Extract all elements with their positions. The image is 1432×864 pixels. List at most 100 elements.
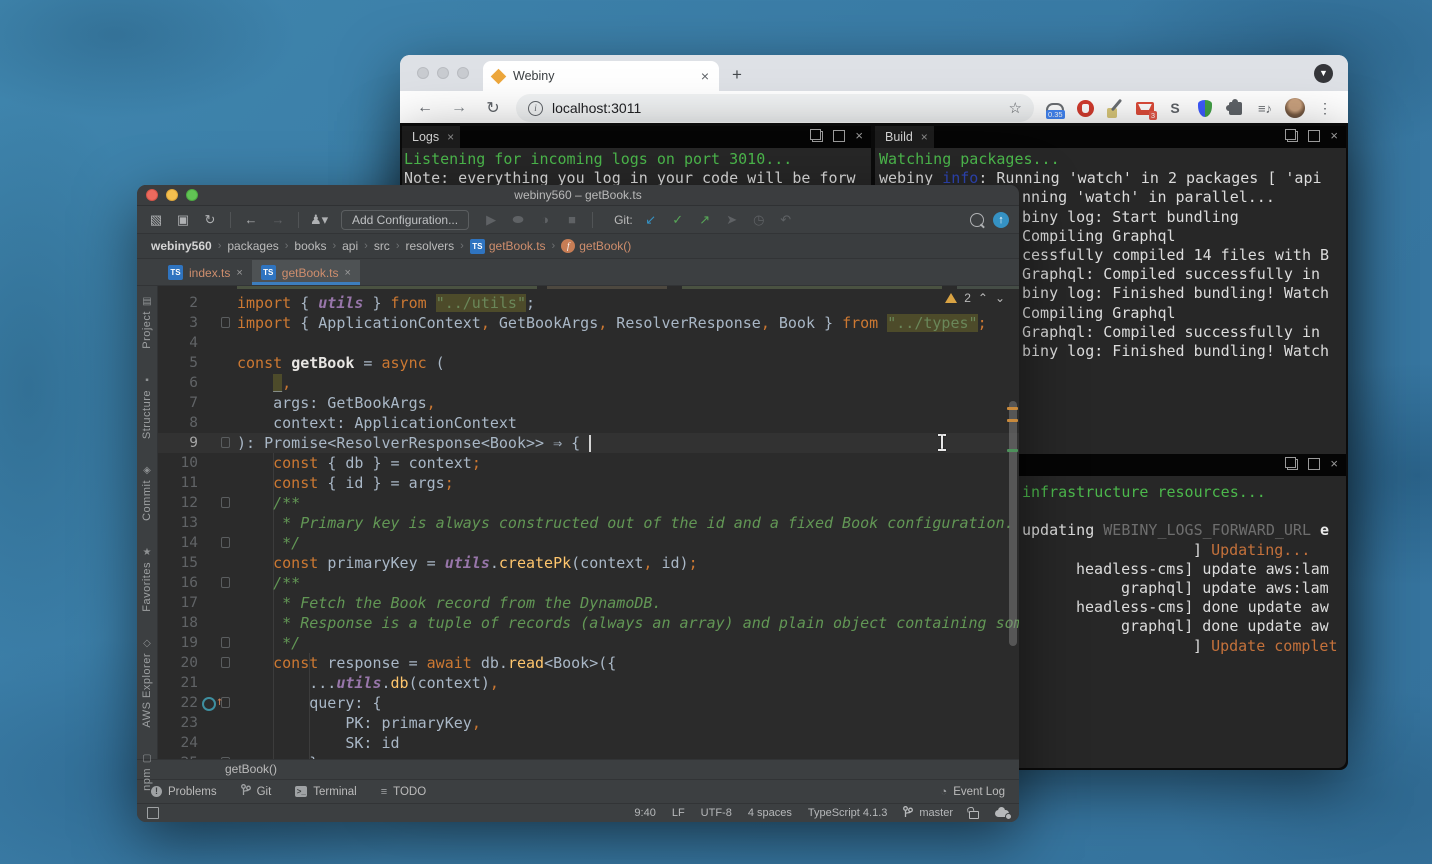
breadcrumb-item[interactable]: packages — [227, 239, 278, 253]
tab-close-icon[interactable]: × — [345, 267, 351, 279]
stripe-button-project[interactable]: ▤Project — [141, 296, 153, 349]
ide-update-icon[interactable]: ↑ — [993, 212, 1009, 228]
pane-close-icon[interactable]: × — [855, 131, 863, 141]
tool-window-toggle-icon[interactable] — [147, 807, 159, 819]
breadcrumb-item[interactable]: src — [374, 239, 390, 253]
navigate-back-icon[interactable]: ← — [242, 211, 260, 229]
gutter-navigation-icon[interactable] — [202, 697, 216, 711]
coverage-icon[interactable]: ◑ — [536, 211, 554, 229]
fold-marker[interactable] — [221, 437, 230, 448]
extension-colorpicker-icon[interactable] — [1103, 96, 1127, 120]
pane-float-icon[interactable] — [812, 131, 823, 142]
window-minimize-button[interactable] — [437, 67, 449, 79]
event-log-button[interactable]: ◔Event Log — [941, 786, 1005, 798]
window-close-button[interactable] — [146, 189, 158, 201]
address-bar[interactable]: i localhost:3011 ☆ — [516, 94, 1034, 122]
stripe-button-npm[interactable]: ▢npm — [141, 753, 153, 791]
navigate-forward-icon[interactable]: → — [269, 211, 287, 229]
window-zoom-button[interactable] — [186, 189, 198, 201]
fold-marker[interactable] — [221, 577, 230, 588]
tool-window-button-todo[interactable]: ≡TODO — [381, 786, 426, 798]
stripe-button-commit[interactable]: ◈Commit — [141, 465, 153, 521]
fold-marker[interactable] — [221, 537, 230, 548]
pane-float-icon[interactable] — [1287, 459, 1298, 470]
search-everywhere-icon[interactable] — [970, 213, 984, 227]
status-item[interactable]: LF — [672, 807, 685, 819]
reload-icon[interactable]: ↻ — [481, 98, 505, 118]
tab-search-button[interactable]: ▼ — [1314, 64, 1333, 83]
next-issue-icon[interactable]: ⌄ — [995, 291, 1005, 305]
breadcrumb-item[interactable]: fgetBook() — [561, 239, 631, 253]
rollback-icon[interactable]: ↶ — [777, 211, 795, 229]
stop-icon[interactable]: ■ — [563, 211, 581, 229]
sync-icon[interactable]: ↻ — [201, 211, 219, 229]
profile-avatar[interactable] — [1283, 96, 1307, 120]
editor-tab-index.ts[interactable]: TSindex.ts× — [159, 260, 252, 285]
cloud-settings-icon[interactable] — [995, 810, 1009, 817]
extension-seo-icon[interactable]: S — [1163, 96, 1187, 120]
run-icon[interactable]: ▶ — [482, 211, 500, 229]
lock-icon[interactable] — [969, 811, 979, 819]
browser-menu-icon[interactable]: ⋮ — [1313, 96, 1337, 120]
pane-maximize-icon[interactable] — [833, 130, 845, 142]
fold-marker[interactable] — [221, 637, 230, 648]
extension-scale-icon[interactable]: 0.35 — [1043, 96, 1067, 120]
back-icon[interactable]: ← — [413, 99, 437, 117]
tab-close-icon[interactable]: × — [236, 267, 242, 279]
pane-float-icon[interactable] — [1287, 131, 1298, 142]
error-stripe-mark[interactable] — [1007, 449, 1018, 452]
tool-window-button-terminal[interactable]: >_Terminal — [295, 786, 356, 798]
pane-close-icon[interactable]: × — [1330, 459, 1338, 469]
save-icon[interactable]: ▣ — [174, 211, 192, 229]
extension-shield-icon[interactable] — [1193, 96, 1217, 120]
pane-maximize-icon[interactable] — [1308, 130, 1320, 142]
logs-tab[interactable]: Logs× — [402, 126, 460, 148]
fold-marker[interactable] — [221, 657, 230, 668]
pane-maximize-icon[interactable] — [1308, 458, 1320, 470]
breadcrumb-item[interactable]: webiny560 — [151, 239, 212, 253]
tool-window-button-problems[interactable]: !Problems — [151, 786, 217, 798]
error-stripe-mark[interactable] — [1007, 407, 1018, 410]
breadcrumb-item[interactable]: TSgetBook.ts — [470, 239, 546, 254]
stripe-button-aws-explorer[interactable]: ◇AWS Explorer — [141, 638, 153, 728]
open-folder-icon[interactable]: ▧ — [147, 211, 165, 229]
git-update-icon[interactable]: ↙ — [642, 211, 660, 229]
fold-marker[interactable] — [221, 317, 230, 328]
fold-marker[interactable] — [221, 497, 230, 508]
stripe-button-favorites[interactable]: ★Favorites — [141, 547, 153, 612]
breadcrumb-item[interactable]: api — [342, 239, 358, 253]
fold-marker[interactable] — [221, 757, 230, 759]
git-branch-widget[interactable]: master — [903, 806, 953, 821]
build-tab[interactable]: Build× — [875, 126, 934, 148]
inspection-widget[interactable]: 2⌃⌄ — [945, 291, 1005, 305]
debug-icon[interactable]: ⬬ — [509, 211, 527, 229]
git-cherry-pick-icon[interactable]: ➤ — [723, 211, 741, 229]
build-tab-close-icon[interactable]: × — [921, 130, 928, 144]
status-item[interactable]: 9:40 — [634, 807, 655, 819]
error-stripe-mark[interactable] — [1007, 419, 1018, 422]
extension-mail-icon[interactable]: 3 — [1133, 96, 1157, 120]
tool-window-button-git[interactable]: Git — [241, 784, 272, 799]
prev-issue-icon[interactable]: ⌃ — [978, 291, 988, 305]
code-editor[interactable]: 2import { utils } from "../utils";3impor… — [158, 286, 1019, 759]
editor-tab-getBook.ts[interactable]: TSgetBook.ts× — [252, 260, 360, 285]
bookmark-star-icon[interactable]: ☆ — [1009, 99, 1022, 117]
status-item[interactable]: UTF-8 — [701, 807, 732, 819]
git-push-icon[interactable]: ↗ — [696, 211, 714, 229]
add-configuration-button[interactable]: Add Configuration... — [341, 210, 469, 230]
stripe-button-structure[interactable]: ▪Structure — [141, 375, 153, 439]
extension-blocker-icon[interactable] — [1073, 96, 1097, 120]
breadcrumb-item[interactable]: resolvers — [405, 239, 454, 253]
logs-tab-close-icon[interactable]: × — [447, 130, 454, 144]
site-info-icon[interactable]: i — [528, 101, 543, 116]
new-tab-button[interactable]: + — [732, 66, 742, 83]
tab-close-icon[interactable]: × — [701, 69, 709, 83]
status-item[interactable]: 4 spaces — [748, 807, 792, 819]
git-commit-icon[interactable]: ✓ — [669, 211, 687, 229]
pane-close-icon[interactable]: × — [1330, 131, 1338, 141]
history-icon[interactable]: ◷ — [750, 211, 768, 229]
window-zoom-button[interactable] — [457, 67, 469, 79]
breadcrumb-item[interactable]: books — [294, 239, 326, 253]
url-text[interactable]: localhost:3011 — [552, 100, 1009, 116]
window-close-button[interactable] — [417, 67, 429, 79]
